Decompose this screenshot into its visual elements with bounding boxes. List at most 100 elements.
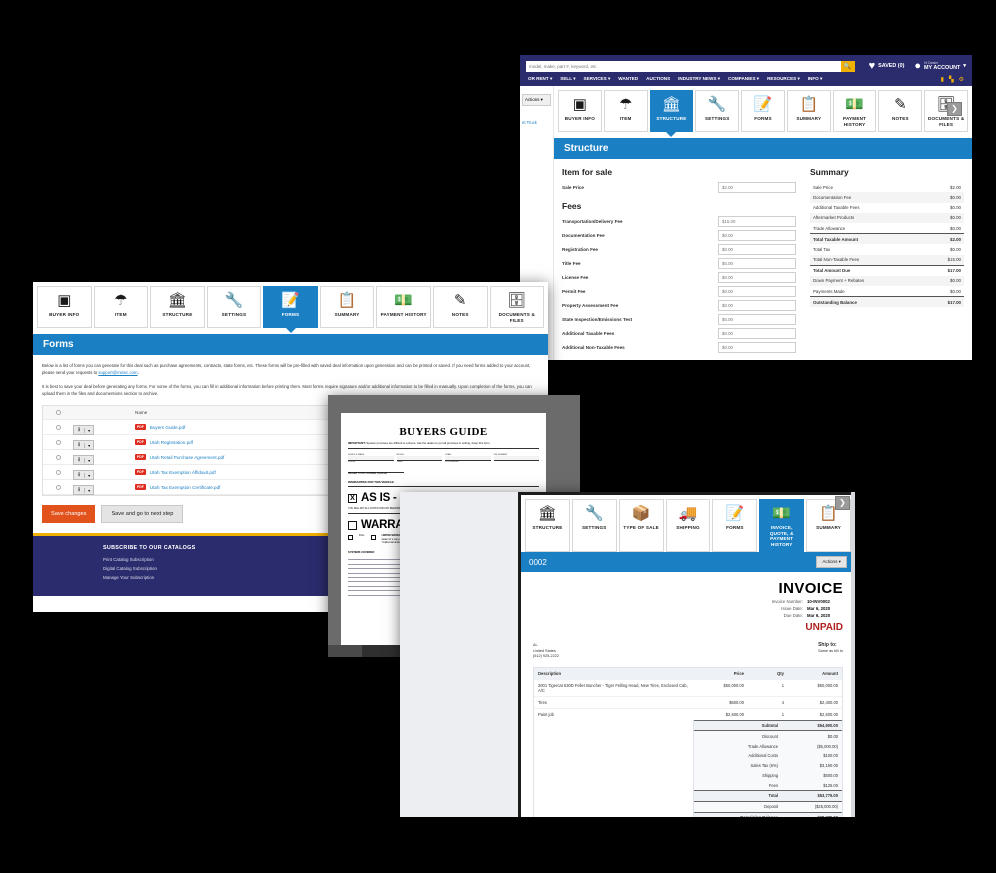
chevron-down-icon[interactable]: ▾	[84, 472, 93, 478]
limited-warranty-checkbox[interactable]	[370, 535, 376, 541]
row-radio[interactable]	[55, 439, 61, 445]
tab-structure[interactable]: 🏛 STRUCTURE	[150, 286, 205, 329]
fee-input[interactable]	[718, 258, 796, 270]
menu-item[interactable]: SELL ▾	[560, 76, 575, 83]
tab-forms[interactable]: 📝 FORMS	[712, 499, 758, 553]
tab-type-of-sale[interactable]: 📦 TYPE OF SALE	[618, 499, 664, 553]
warranty-checkbox[interactable]	[348, 520, 357, 530]
folder-icon[interactable]: ▮	[941, 76, 944, 83]
summary-label: Sale Price	[813, 184, 834, 190]
tab-notes[interactable]: ✎ NOTES	[878, 90, 923, 133]
address-phone: (512) 925-2222	[533, 654, 559, 659]
next-tab-button[interactable]: ❯	[835, 496, 850, 510]
tab-settings[interactable]: 🔧 SETTINGS	[206, 286, 262, 329]
tab-payment-history[interactable]: 💵 PAYMENT HISTORY	[376, 286, 431, 329]
sale-price-input[interactable]	[718, 182, 796, 194]
field-sublabel: VIN NUMBER	[445, 461, 459, 463]
row-radio[interactable]	[55, 454, 61, 460]
pdf-badge: PDF	[135, 454, 146, 461]
fee-input[interactable]	[718, 244, 796, 256]
summary-value: $15.00	[947, 257, 961, 263]
tab-invoice-quote-payment-history[interactable]: 💵 INVOICE, QUOTE, & PAYMENT HISTORY	[759, 499, 805, 553]
menu-item[interactable]: SERVICES ▾	[584, 76, 611, 83]
next-tab-button[interactable]: ❯	[947, 102, 962, 116]
chevron-down-icon[interactable]: ▾	[84, 457, 93, 463]
pencil-square-icon: ✎	[453, 292, 467, 309]
contact-card-icon: ▣	[57, 292, 72, 309]
tab-notes[interactable]: ✎ NOTES	[432, 286, 488, 329]
menu-item[interactable]: WANTED	[618, 76, 638, 83]
totals-spacer	[534, 719, 694, 817]
actions-button[interactable]: Actions ▾	[816, 556, 847, 569]
tab-settings[interactable]: 🔧 SETTINGS	[571, 499, 617, 553]
fee-input[interactable]	[718, 342, 796, 354]
chevron-down-icon[interactable]: ▾	[84, 487, 93, 493]
tab-payment-history[interactable]: 💵 PAYMENT HISTORY	[832, 90, 877, 133]
issue-date-row: Issue Date: Mar 6, 2020	[533, 606, 843, 611]
menu-item[interactable]: INDUSTRY NEWS ▾	[678, 76, 720, 83]
item-link[interactable]: et Truck	[522, 120, 551, 125]
download-button[interactable]: ⭳ ▾	[73, 485, 95, 496]
support-email-link[interactable]: support@misnc.com	[98, 370, 137, 375]
fee-input[interactable]	[718, 230, 796, 242]
row-radio[interactable]	[55, 484, 61, 490]
actions-dropdown[interactable]: Actions ▾	[522, 94, 551, 106]
chevron-down-icon[interactable]: ▾	[84, 427, 93, 433]
field-row: State Inspection/Emissions Test	[562, 314, 796, 326]
fee-input[interactable]	[718, 314, 796, 326]
invoice-scrollbar[interactable]	[851, 492, 855, 817]
full-warranty-checkbox[interactable]	[348, 535, 353, 541]
tab-buyer-info[interactable]: ▣ BUYER INFO	[558, 90, 602, 133]
tab-summary[interactable]: 📋 SUMMARY	[786, 90, 831, 133]
tab-settings[interactable]: 🔧 SETTINGS	[695, 90, 740, 133]
line-item-amount: $50,000.00	[817, 682, 839, 688]
tab-label: BUYER INFO	[49, 312, 80, 317]
tab-item[interactable]: ☂ ITEM	[93, 286, 149, 329]
form-name-link[interactable]: Buyers Guide.pdf	[150, 425, 186, 430]
menu-item[interactable]: COMPANIES ▾	[728, 76, 759, 83]
tab-summary[interactable]: 📋 SUMMARY	[319, 286, 375, 329]
fee-input[interactable]	[718, 328, 796, 340]
select-all-radio[interactable]	[55, 410, 61, 416]
summary-label: Outstanding Balance	[813, 299, 857, 305]
tab-item[interactable]: ☂ ITEM	[603, 90, 648, 133]
fee-input[interactable]	[718, 286, 796, 298]
field-row: License Fee	[562, 272, 796, 284]
tab-forms[interactable]: 📝 FORMS	[263, 286, 318, 329]
search-icon[interactable]: 🔍	[840, 60, 855, 72]
gear-icon[interactable]: ⚙	[959, 76, 964, 83]
menu-item[interactable]: RESOURCES ▾	[767, 76, 800, 83]
as-is-checkbox[interactable]: X	[348, 493, 357, 503]
row-radio[interactable]	[55, 469, 61, 475]
summary-value: $0.00	[950, 215, 961, 221]
save-changes-button[interactable]: Save changes	[42, 505, 96, 524]
menu-item[interactable]: INFO ▾	[808, 76, 823, 83]
chevron-down-icon[interactable]: ▾	[84, 442, 93, 448]
tab-buyer-info[interactable]: ▣ BUYER INFO	[37, 286, 92, 329]
form-name-link[interactable]: Utah Retail Purchase Agreement.pdf	[150, 455, 225, 460]
tab-label: ITEM	[619, 116, 632, 121]
field-row: Sale Price	[562, 182, 796, 194]
form-name-link[interactable]: Utah Tax Exemption Certificate.pdf	[150, 485, 221, 490]
tab-shipping[interactable]: 🚚 SHIPPING	[665, 499, 711, 553]
save-and-next-button[interactable]: Save and go to next step	[101, 505, 184, 524]
tab-documents-files[interactable]: 🗄 DOCUMENTS & FILES	[489, 286, 545, 329]
my-account-menu[interactable]: ● Hi Dealer MY ACCOUNT ▾	[914, 60, 966, 72]
row-radio[interactable]	[55, 424, 61, 430]
column-header-description: Description	[538, 670, 562, 676]
form-name-link[interactable]: Utah Tax Exemption Affidavit.pdf	[150, 470, 216, 475]
fee-input[interactable]	[718, 300, 796, 312]
search-input[interactable]	[526, 60, 841, 72]
menu-item[interactable]: AUCTIONS	[646, 76, 670, 83]
tab-forms[interactable]: 📝 FORMS	[741, 90, 785, 133]
form-name-link[interactable]: Utah Registration.pdf	[150, 440, 193, 445]
total-label: Remaining Balance	[698, 815, 786, 817]
fee-input[interactable]	[718, 272, 796, 284]
tab-structure[interactable]: 🏛 STRUCTURE	[649, 90, 694, 133]
menu-item[interactable]: OR RENT ▾	[528, 76, 552, 83]
chart-icon[interactable]: ▚	[949, 76, 954, 83]
fee-input[interactable]	[718, 216, 796, 228]
saved-items[interactable]: ♥ SAVED (0)	[869, 60, 905, 72]
field-line[interactable]	[493, 456, 539, 461]
tab-structure[interactable]: 🏛 STRUCTURE	[525, 499, 570, 553]
